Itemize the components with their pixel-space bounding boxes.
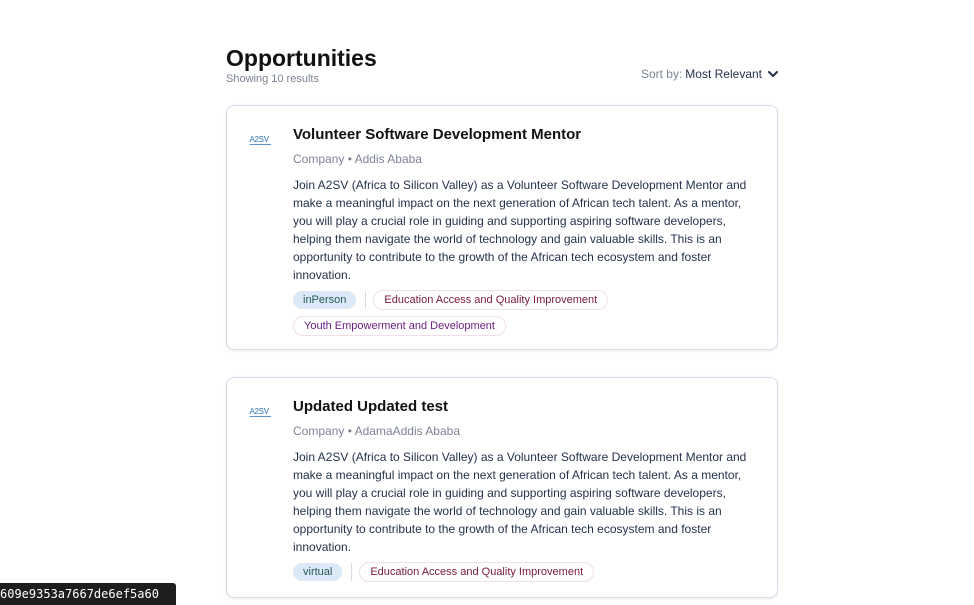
svg-text:A2SV: A2SV [250,407,270,416]
op-type-tag: inPerson [293,291,357,309]
a2sv-logo-icon: A2SV [249,405,272,419]
page-header: Opportunities Showing 10 results Sort by… [226,44,778,88]
card-description: Join A2SV (Africa to Silicon Valley) as … [293,178,747,282]
card-meta: Company • AdamaAddis Ababa [293,424,753,439]
category-tag: Youth Empowerment and Development [293,316,506,336]
sort-label: Sort by: [640,67,683,81]
card-title[interactable]: Updated Updated test [293,398,753,416]
card-meta: Company • Addis Ababa [293,152,753,167]
card-description: Join A2SV (Africa to Silicon Valley) as … [293,450,747,554]
sort-dropdown[interactable]: Sort by: Most Relevant [641,67,778,81]
category-tag: Education Access and Quality Improvement [373,290,609,310]
tag-list: virtual Education Access and Quality Imp… [293,562,753,588]
opportunity-card[interactable]: A2SV Volunteer Software Development Ment… [226,105,778,350]
company-name: Company [293,424,345,438]
meta-separator: • [347,424,352,438]
op-type-tag: virtual [293,563,343,581]
tag-divider [351,563,353,581]
tag-divider [365,291,367,309]
company-name: Company [293,152,345,166]
a2sv-logo-icon: A2SV [249,133,272,147]
category-tag: Education Access and Quality Improvement [359,562,595,582]
id-badge: 609e9353a7667de6ef5a60 [0,583,176,605]
location: Addis Ababa [354,152,422,166]
location: AdamaAddis Ababa [354,424,460,438]
svg-text:A2SV: A2SV [250,135,270,144]
meta-separator: • [347,152,352,166]
card-title[interactable]: Volunteer Software Development Mentor [293,126,753,144]
chevron-down-icon [768,70,778,78]
sort-value: Most Relevant [685,67,762,81]
opportunity-card[interactable]: A2SV Updated Updated test Company • Adam… [226,377,778,598]
tag-list: inPerson Education Access and Quality Im… [293,290,753,342]
